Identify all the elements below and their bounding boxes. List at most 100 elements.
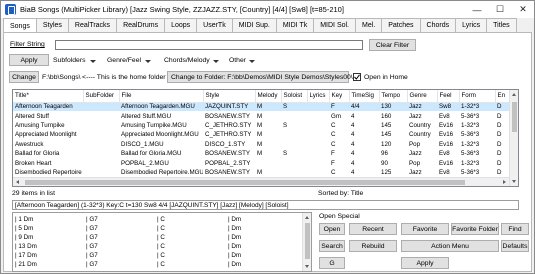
tab-midi-sol[interactable]: MIDI Sol. [313, 18, 357, 32]
scroll-left-icon[interactable] [16, 180, 19, 184]
genre-feel-dropdown[interactable]: Genre/Feel [107, 57, 141, 64]
clear-filter-button[interactable]: Clear Filter [369, 39, 416, 51]
favorite-folder-button[interactable]: Favorite Folder [451, 223, 499, 235]
open-in-home-checkbox[interactable] [353, 73, 361, 81]
chord-bar: | Dm [228, 216, 242, 223]
filter-input[interactable] [55, 40, 363, 50]
table-cell [83, 158, 119, 167]
recent-button[interactable]: Recent [349, 223, 397, 235]
table-row[interactable]: Afternoon Teagarden Afternoon Teagarden.M… [13, 102, 511, 112]
subfolders-dropdown[interactable]: Subfolders [53, 57, 86, 64]
column-header-lyrics[interactable]: Lyrics [307, 90, 330, 103]
apply-filter-button[interactable]: Apply [9, 54, 49, 66]
chord-sheet-scrollbar[interactable] [302, 213, 311, 271]
open-button[interactable]: Open [319, 223, 345, 235]
table-row[interactable]: Appreciated Moonlight Appreciated Moonlig… [13, 130, 511, 139]
column-header-soloist[interactable]: Soloist [281, 90, 308, 103]
tab-songs[interactable]: Songs [3, 18, 37, 33]
table-row[interactable]: Ballad for Gloria Ballad for Gloria.MGU BO… [13, 149, 511, 158]
column-header-melody[interactable]: Melody [255, 90, 282, 103]
table-cell: 90 [381, 159, 388, 167]
column-header-title[interactable]: Title* [13, 90, 84, 103]
scroll-thumb[interactable] [512, 102, 517, 132]
table-cell [307, 111, 329, 120]
title-bar: BiaB Songs (MultiPicker Library) [Jazz S… [1, 1, 534, 18]
scroll-up-icon[interactable] [512, 93, 516, 96]
table-cell: C [331, 140, 336, 148]
table-cell [281, 140, 307, 149]
table-cell: S [283, 150, 288, 158]
tab-realtracks[interactable]: RealTracks [67, 18, 118, 32]
column-header-tempo[interactable]: Tempo [379, 90, 408, 103]
table-row[interactable]: Disembodied Repertoire Disembodied Repert… [13, 168, 511, 177]
table-row[interactable]: Awestruck DISCO_1.MGU DISCO_1.STY M C 4 120 Pop… [13, 140, 511, 149]
rebuild-button[interactable]: Rebuild [349, 240, 397, 252]
tab-patches[interactable]: Patches [381, 18, 421, 32]
table-cell [307, 102, 329, 112]
table-cell [281, 111, 307, 120]
table-cell: JAZQUINT.STY [203, 102, 255, 112]
table-horizontal-scrollbar[interactable] [13, 177, 509, 186]
defaults-button[interactable]: Defaults [501, 240, 529, 252]
table-cell [307, 149, 329, 158]
table-cell: S [283, 121, 288, 129]
g-button[interactable]: G [319, 257, 345, 269]
tab-loops[interactable]: Loops [164, 18, 198, 32]
find-button[interactable]: Find [501, 223, 529, 235]
tab-chords[interactable]: Chords [419, 18, 457, 32]
scroll-thumb[interactable] [305, 223, 310, 259]
table-cell: 145 [381, 121, 392, 129]
column-header-genre[interactable]: Genre [407, 90, 438, 103]
close-button[interactable]: ✕ [512, 1, 534, 18]
scroll-thumb[interactable] [25, 180, 465, 185]
apply-button[interactable]: Apply [401, 257, 449, 269]
column-header-subfolder[interactable]: SubFolder [83, 90, 120, 103]
change-to-folder-button[interactable]: Change to Folder: F:\bb\Demos\MIDI Style… [167, 71, 353, 83]
chords-melody-dropdown[interactable]: Chords/Melody [164, 57, 210, 64]
table-cell [83, 102, 119, 112]
action-menu-button[interactable]: Action Menu [401, 240, 499, 252]
chord-bar: | 17 Dm [15, 252, 37, 259]
minimize-button[interactable]: — [466, 1, 488, 18]
table-row[interactable]: Amusing Turnpike Amusing Turnpike.MGU C_JE… [13, 121, 511, 130]
tab-realdrums[interactable]: RealDrums [116, 18, 166, 32]
maximize-button[interactable]: ☐ [489, 1, 511, 18]
column-header-form[interactable]: Form [459, 90, 496, 103]
scroll-right-icon[interactable] [503, 180, 506, 184]
tab-mel[interactable]: Mel. [355, 18, 383, 32]
scroll-down-icon[interactable] [305, 265, 309, 268]
tab-styles[interactable]: Styles [35, 18, 69, 32]
tab-midi-tk[interactable]: MIDI Tk [275, 18, 315, 32]
table-row[interactable]: Broken Heart POPBAL_2.MGU POPBAL_2.STY F 4 90… [13, 158, 511, 167]
scroll-down-icon[interactable] [512, 180, 516, 183]
column-header-file[interactable]: File [119, 90, 204, 103]
column-header-timesig[interactable]: TimeSig [349, 90, 380, 103]
table-vertical-scrollbar[interactable] [509, 90, 518, 186]
column-header-style[interactable]: Style [203, 90, 256, 103]
checkmark-icon [354, 74, 360, 80]
tab-titles[interactable]: Titles [486, 18, 517, 32]
chord-row: | 21 Dm | G7 | C | Dm [15, 261, 299, 270]
chord-bar: | G7 [86, 243, 98, 250]
table-cell [281, 168, 307, 177]
column-header-feel[interactable]: Feel [437, 90, 460, 103]
change-folder-button[interactable]: Change [9, 71, 39, 83]
search-button[interactable]: Search [319, 240, 345, 252]
table-row[interactable]: Altered Stuff Altered Stuff.MGU BOSANEW.ST… [13, 111, 511, 120]
sorted-by: Sorted by: Title [318, 190, 364, 197]
chord-bar: | G7 [86, 252, 98, 259]
tab-usertk[interactable]: UserTk [196, 18, 233, 32]
column-header-key[interactable]: Key [329, 90, 350, 103]
tab-midi-sup[interactable]: MIDI Sup. [231, 18, 277, 32]
tab-lyrics[interactable]: Lyrics [455, 18, 488, 32]
table-cell: 120 [381, 140, 392, 148]
other-dropdown[interactable]: Other [229, 57, 246, 64]
favorite-button[interactable]: Favorite [401, 223, 449, 235]
filter-label: Filter String [10, 41, 45, 48]
table-cell: M [257, 121, 263, 129]
chord-bar: | C [157, 216, 165, 223]
table-cell: 4/4 [349, 102, 379, 112]
table-cell [255, 158, 281, 167]
table-cell: Jazz [409, 168, 422, 176]
scroll-up-icon[interactable] [305, 216, 309, 219]
